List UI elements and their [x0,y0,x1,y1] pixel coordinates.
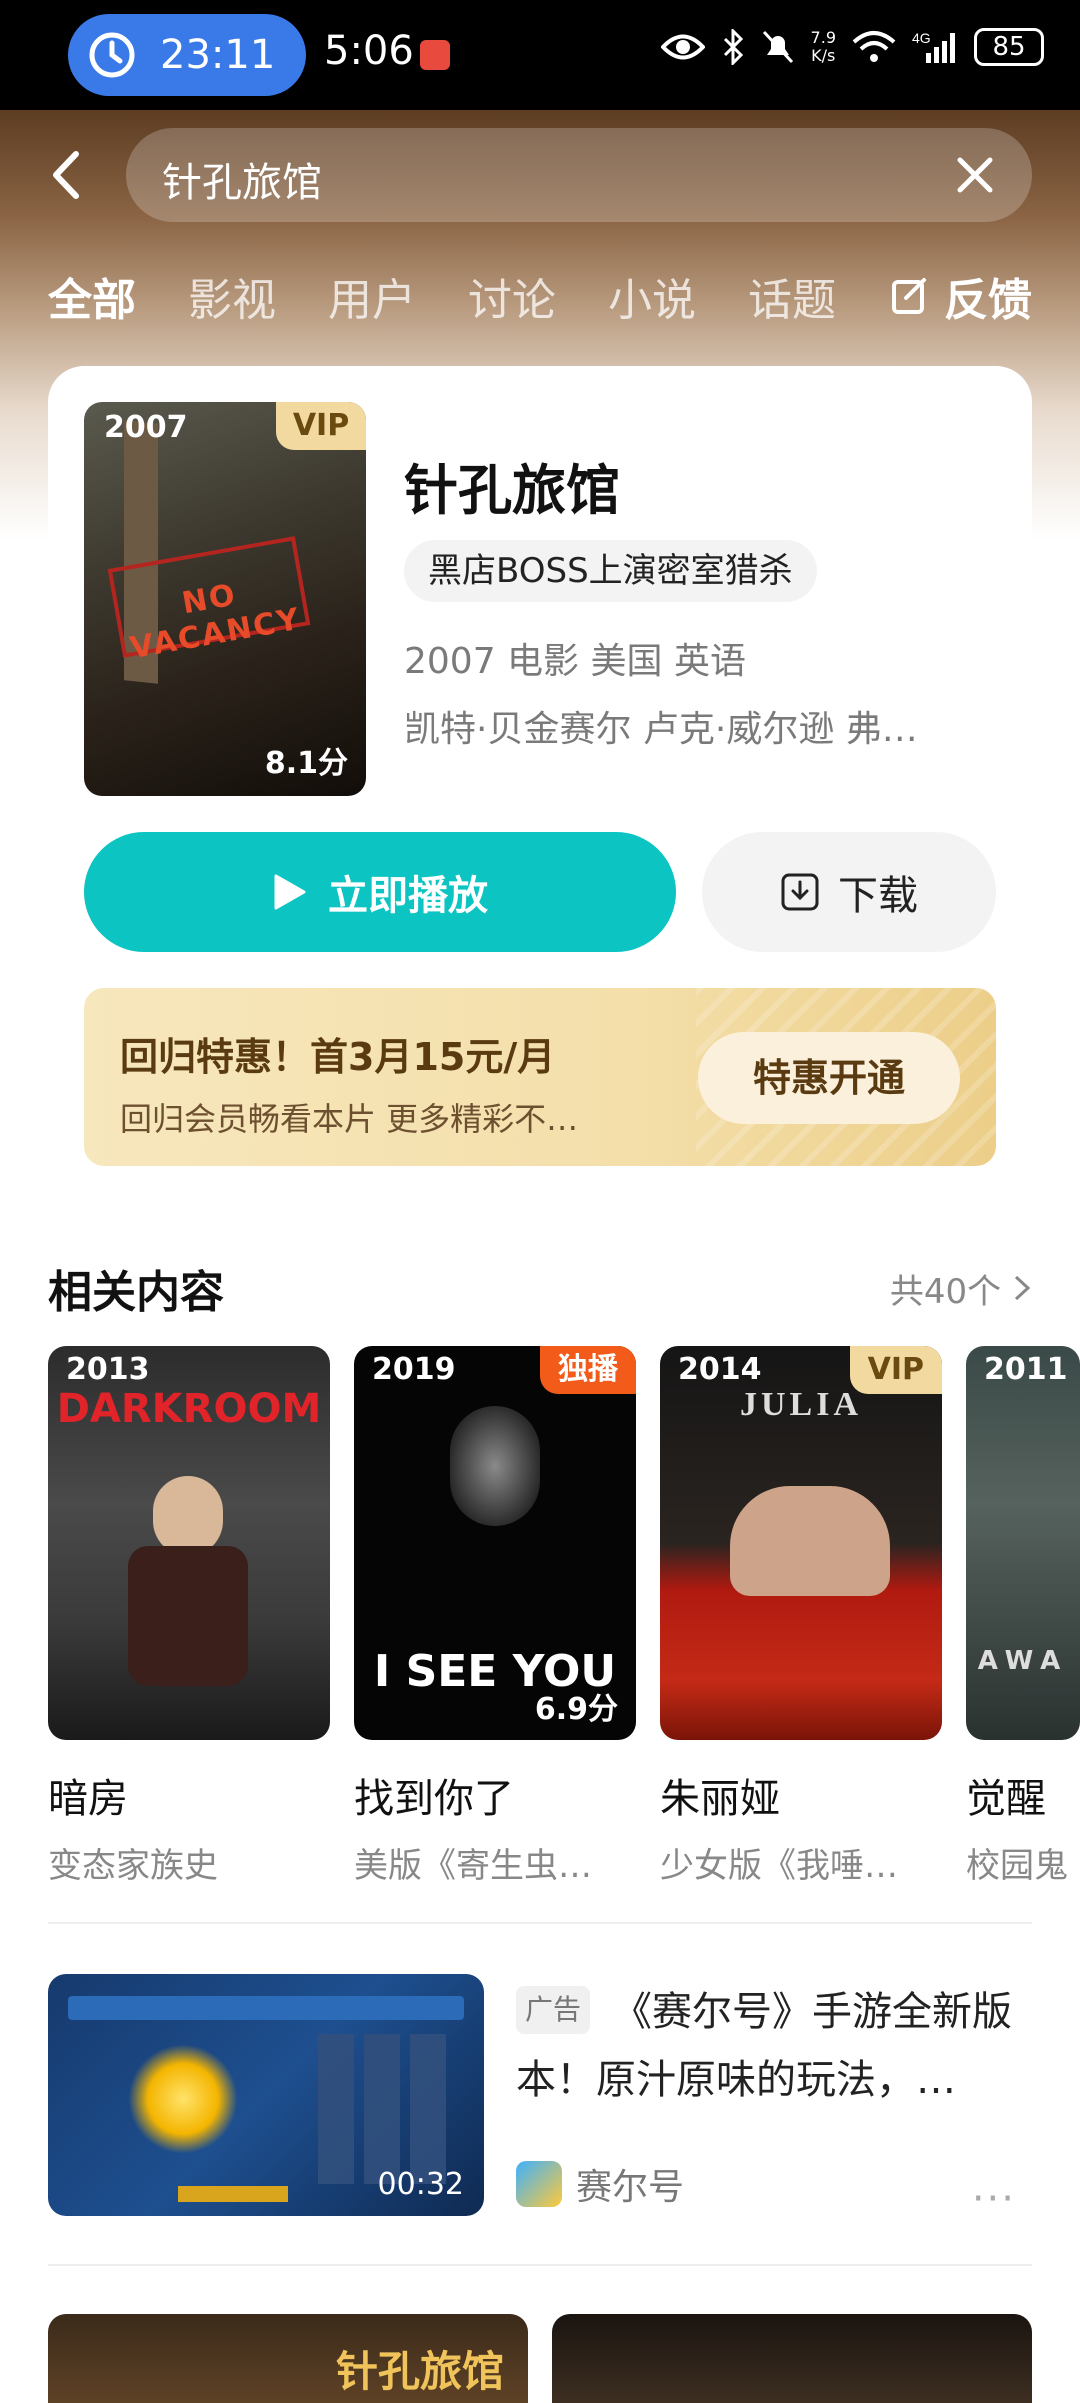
movie-tagline: 黑店BOSS上演密室猎杀 [404,540,817,602]
movie-cast: 凯特·贝金赛尔 卢克·威尔逊 弗… [404,709,918,750]
poster-mask [450,1406,540,1526]
poster-year: 2013 [66,1352,150,1387]
play-icon [274,874,306,910]
timer-text: 23:11 [160,32,276,78]
related-sub: 美版《寄生虫… [354,1846,592,1886]
vip-badge: VIP [849,1346,942,1394]
related-section-title: 相关内容 [48,1267,224,1318]
edit-icon [892,278,926,314]
related-item-julia[interactable]: JULIA 2014 VIP 朱丽娅 少女版《我唾… [660,1346,942,1887]
tab-users[interactable]: 用户 [328,264,416,328]
related-sub: 变态家族史 [48,1846,218,1886]
download-label: 下载 [838,873,918,919]
game-character [128,2044,238,2154]
exclusive-badge: 独播 [540,1346,636,1394]
divider [48,1922,1032,1924]
category-tabs: 全部 影视 用户 讨论 小说 话题 [48,264,888,328]
related-name: 觉醒 [966,1776,1046,1822]
poster-text: AWA [977,1646,1069,1676]
play-now-label: 立即播放 [328,873,488,919]
net-speed: 7.9 K/s [810,28,836,65]
more-options-icon[interactable]: ··· [972,2176,1016,2222]
tab-all[interactable]: 全部 [48,264,136,328]
bottom-video-card-1[interactable]: 针孔旅馆 [48,2314,528,2403]
status-icons: 7.9 K/s 4G 85 [660,28,1044,66]
timer-pill[interactable]: 23:11 [68,14,306,96]
brand-name: 赛尔号 [576,2167,685,2208]
bottom-card-title: 针孔旅馆 [335,2347,504,2396]
status-bar: 23:11 5:06 7.9 K/s 4G 85 [0,0,1080,110]
tab-topics[interactable]: 话题 [748,264,836,328]
download-icon [781,873,819,911]
chevron-right-icon [1014,1275,1031,1301]
bluetooth-icon [723,29,743,65]
movie-title[interactable]: 针孔旅馆 [404,446,620,525]
search-input[interactable]: 针孔旅馆 [126,128,1032,222]
eye-icon [660,34,705,60]
related-poster: I SEE YOU 2019 独播 6.9分 [354,1346,636,1740]
svg-text:4G: 4G [912,30,931,46]
related-sub: 少女版《我唾… [660,1846,898,1886]
movie-card: NO VACANCY 2007 VIP 8.1分 针孔旅馆 黑店BOSS上演密室… [48,366,1032,1202]
tab-novels[interactable]: 小说 [608,264,696,328]
tab-film-tv[interactable]: 影视 [188,264,276,328]
related-name: 朱丽娅 [660,1776,780,1822]
related-poster: DARKROOM 2013 [48,1346,330,1740]
poster-figure [730,1486,890,1596]
poster-figure-body [128,1546,248,1686]
poster-text: DARKROOM [56,1386,322,1432]
feedback-button[interactable]: 反馈 [890,264,1032,328]
promo-activate-button[interactable]: 特惠开通 [698,1032,960,1124]
tab-discussion[interactable]: 讨论 [468,264,556,328]
related-count-link[interactable]: 共40个 [890,1264,1032,1313]
promo-headline: 回归特惠！首3月15元/月 [120,1035,556,1079]
vip-promo-banner[interactable]: 回归特惠！首3月15元/月 回归会员畅看本片 更多精彩不… 特惠开通 [84,988,996,1166]
ad-video-thumbnail[interactable]: 00:32 [48,1974,484,2216]
related-name: 找到你了 [354,1776,514,1822]
movie-poster[interactable]: NO VACANCY 2007 VIP 8.1分 [84,402,366,796]
ad-duration: 00:32 [377,2167,464,2202]
feedback-label: 反馈 [944,275,1032,326]
game-ui-grid [318,2034,448,2184]
wifi-icon [852,31,896,62]
promo-subtext: 回归会员畅看本片 更多精彩不… [120,1100,579,1138]
signal-icon: 4G [912,30,955,63]
poster-year: 2011 [984,1352,1068,1387]
brand-logo-icon [516,2161,562,2207]
related-poster: AWA 2011 [966,1346,1080,1740]
poster-year: 2014 [678,1352,762,1387]
divider [48,2264,1032,2266]
poster-figure-head [153,1476,223,1556]
poster-score: 8.1分 [264,746,348,781]
search-query: 针孔旅馆 [162,160,322,206]
ad-tag: 广告 [516,1986,590,2034]
download-button[interactable]: 下载 [702,832,996,952]
notification-icon [420,40,450,70]
related-poster: JULIA 2014 VIP [660,1346,942,1740]
related-item-darkroom[interactable]: DARKROOM 2013 暗房 变态家族史 [48,1346,330,1887]
related-item-i-see-you[interactable]: I SEE YOU 2019 独播 6.9分 找到你了 美版《寄生虫… [354,1346,636,1887]
clock-time: 5:06 [324,28,414,74]
related-name: 暗房 [48,1776,128,1822]
timer-icon [89,32,135,78]
bottom-video-card-2[interactable] [552,2314,1032,2403]
battery-indicator: 85 [974,28,1044,66]
movie-meta: 2007 电影 美国 英语 [404,641,746,682]
poster-year: 2019 [372,1352,456,1387]
mute-icon [762,30,793,64]
poster-score: 6.9分 [534,1692,618,1727]
back-arrow-icon[interactable] [40,140,90,210]
clear-icon[interactable] [954,154,996,196]
related-item-awakening[interactable]: AWA 2011 觉醒 校园鬼 [966,1346,1080,1887]
game-ui-button [178,2186,288,2202]
play-now-button[interactable]: 立即播放 [84,832,676,952]
ad-brand[interactable]: 赛尔号 [516,2158,684,2210]
poster-year: 2007 [104,410,188,445]
game-ui-topbar [68,1996,464,2020]
ad-description[interactable]: 《赛尔号》手游全新版本！原汁原味的玩法，… [516,1978,1036,2114]
related-sub: 校园鬼 [966,1846,1068,1886]
vip-badge: VIP [276,402,366,450]
